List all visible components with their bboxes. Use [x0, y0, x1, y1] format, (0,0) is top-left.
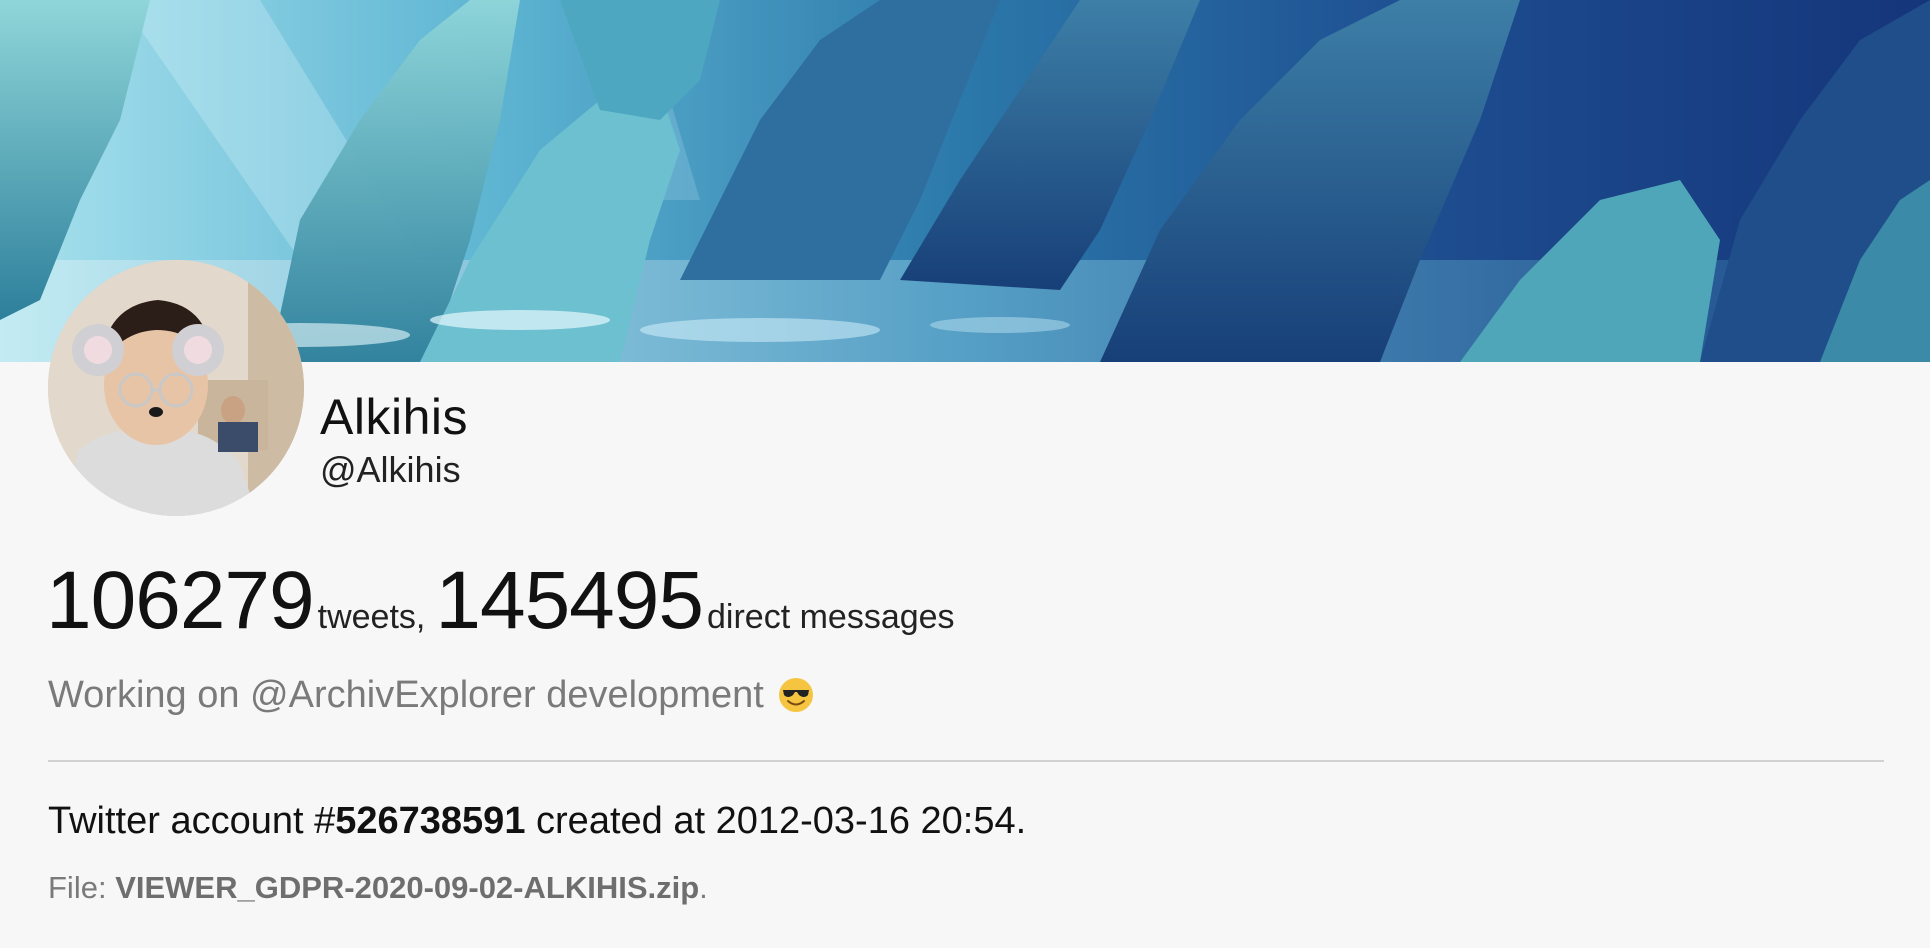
- account-info: Twitter account #526738591 created at 20…: [48, 802, 1026, 840]
- profile-banner: [0, 0, 1930, 362]
- file-label: File:: [48, 870, 116, 905]
- handle: @Alkihis: [320, 449, 461, 490]
- tweets-count: 106279: [46, 555, 315, 646]
- smiling-face-with-sunglasses-icon: [779, 678, 814, 712]
- file-info: File: VIEWER_GDPR-2020-09-02-ALKIHIS.zip…: [48, 872, 708, 903]
- account-prefix: Twitter account #: [48, 800, 336, 842]
- bio-text: Working on @ArchivExplorer development: [48, 674, 764, 716]
- dms-count: 145495: [435, 555, 704, 646]
- file-suffix: .: [699, 870, 708, 905]
- account-id: 526738591: [335, 800, 526, 842]
- avatar[interactable]: [48, 260, 304, 516]
- dms-label: direct messages: [707, 598, 955, 636]
- tweets-label: tweets,: [317, 598, 426, 636]
- avatar-photo: [48, 260, 304, 516]
- bio: Working on @ArchivExplorer development: [48, 676, 814, 714]
- account-created: created at 2012-03-16 20:54.: [525, 800, 1027, 842]
- file-name: VIEWER_GDPR-2020-09-02-ALKIHIS.zip: [115, 870, 700, 905]
- divider: [48, 760, 1884, 762]
- banner-ice-landscape: [0, 0, 1930, 362]
- display-name: Alkihis: [320, 389, 468, 445]
- stats-line: 106279 tweets, 145495 direct messages: [46, 560, 965, 642]
